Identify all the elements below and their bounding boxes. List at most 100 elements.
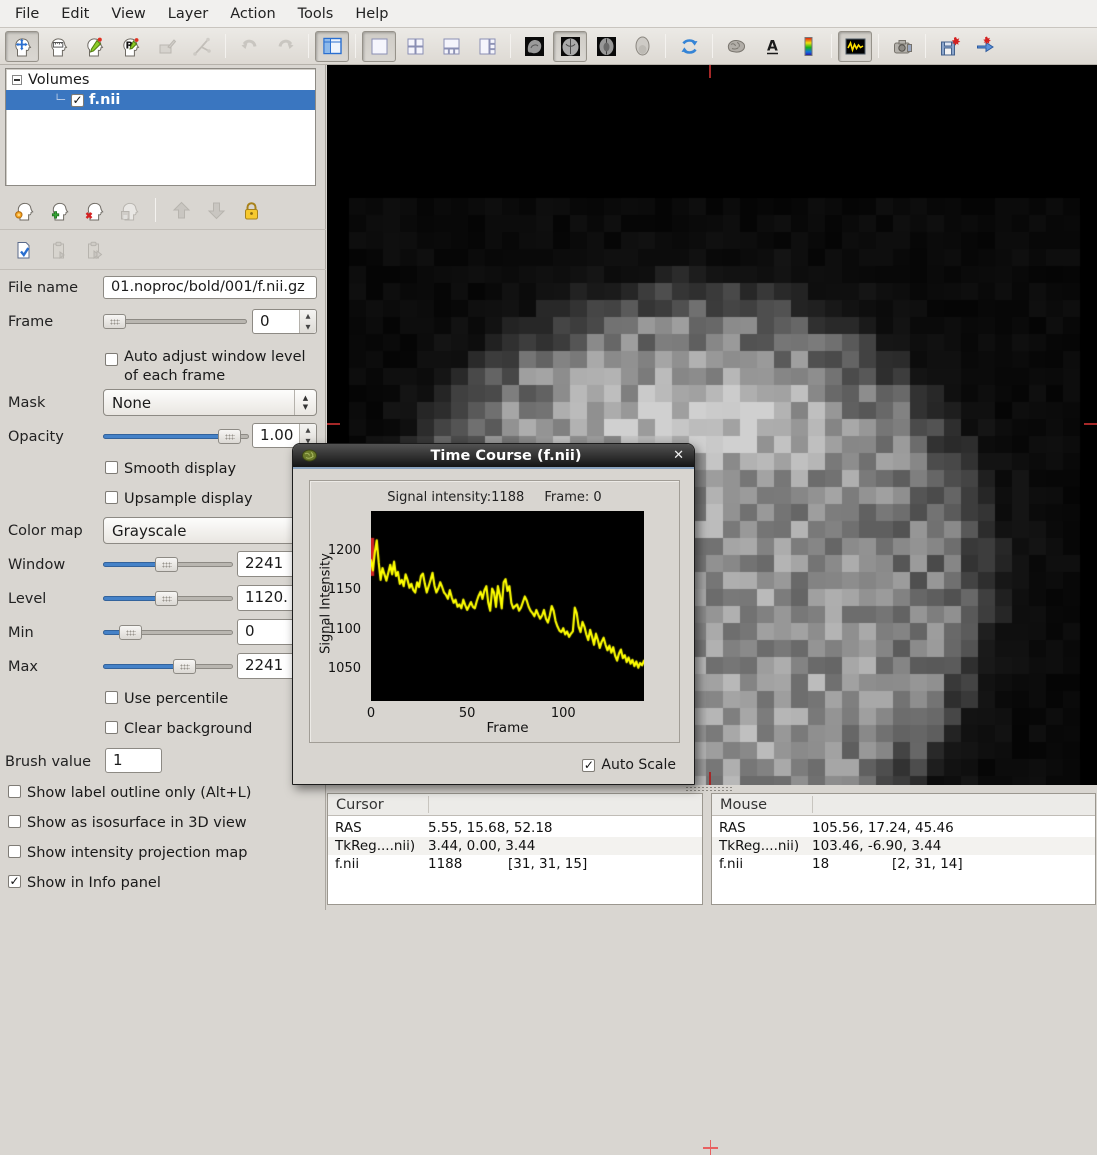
move-layer-up-button[interactable] [165, 195, 198, 226]
navigate-button[interactable] [5, 31, 39, 62]
max-slider[interactable] [103, 659, 233, 674]
splitter-handle[interactable] [685, 786, 733, 792]
opacity-slider-thumb[interactable] [218, 429, 241, 444]
spin-down-icon[interactable]: ▼ [300, 322, 316, 334]
auto-scale-checkbox[interactable] [582, 759, 595, 772]
table-row[interactable]: TkReg....nii) 103.46, -6.90, 3.44 [712, 837, 1095, 855]
roi-edit-button[interactable]: R [113, 31, 147, 62]
voxel-edit-button[interactable] [77, 31, 111, 62]
frame-spinbox[interactable]: 0 ▲▼ [252, 309, 317, 334]
copy-settings-button[interactable] [8, 235, 41, 266]
screenshot-button[interactable] [885, 31, 919, 62]
menu-layer[interactable]: Layer [157, 2, 219, 26]
min-slider-thumb[interactable] [119, 625, 142, 640]
smooth-display-checkbox[interactable] [105, 461, 118, 474]
layout-1x1-button[interactable] [362, 31, 396, 62]
opacity-slider[interactable] [103, 429, 249, 444]
window-slider[interactable] [103, 557, 233, 572]
close-volume-button[interactable] [78, 195, 111, 226]
path-tool-icon [191, 35, 214, 58]
min-slider[interactable] [103, 625, 233, 640]
menu-tools[interactable]: Tools [287, 2, 345, 26]
mask-combobox[interactable]: None ▲▼ [103, 389, 317, 416]
tree-root-volumes[interactable]: Volumes [6, 69, 315, 90]
menu-action[interactable]: Action [219, 2, 286, 26]
spin-up-icon[interactable]: ▲ [300, 424, 316, 436]
undo-button[interactable] [232, 31, 266, 62]
show-isosurface-checkbox[interactable] [8, 815, 21, 828]
redo-button[interactable] [268, 31, 302, 62]
panel-toggle-button[interactable] [315, 31, 349, 62]
time-course-chart[interactable] [371, 511, 644, 701]
path-tool-button[interactable] [185, 31, 219, 62]
paste-settings-all-button[interactable] [78, 235, 111, 266]
level-slider[interactable] [103, 591, 233, 606]
annotation-button[interactable]: A [755, 31, 789, 62]
load-volume-button[interactable] [43, 195, 76, 226]
level-slider-thumb[interactable] [155, 591, 178, 606]
show-projection-checkbox[interactable] [8, 845, 21, 858]
new-volume-button[interactable] [8, 195, 41, 226]
surface-button[interactable] [719, 31, 753, 62]
signal-intensity-readout: Signal intensity:1188 [387, 490, 524, 505]
goto-point-button[interactable] [968, 31, 1002, 62]
frame-slider[interactable] [103, 314, 247, 329]
colorbar-button[interactable] [791, 31, 825, 62]
time-course-window[interactable]: Time Course (f.nii) ✕ Signal intensity:1… [292, 443, 695, 785]
frame-slider-thumb[interactable] [103, 314, 126, 329]
save-volume-button[interactable] [113, 195, 146, 226]
paste-settings-button[interactable] [43, 235, 76, 266]
table-row[interactable]: f.nii 18 [2, 31, 14] [712, 855, 1095, 873]
cursor-table-header[interactable]: Cursor [328, 794, 702, 816]
upsample-display-checkbox[interactable] [105, 491, 118, 504]
view-axial-button[interactable] [589, 31, 623, 62]
frame-spin-buttons[interactable]: ▲▼ [299, 310, 316, 333]
spin-up-icon[interactable]: ▲ [300, 310, 316, 322]
refresh-button[interactable] [672, 31, 706, 62]
menu-view[interactable]: View [100, 2, 156, 26]
view-sagittal-button[interactable] [517, 31, 551, 62]
tree-expander-icon[interactable] [12, 75, 22, 85]
panel-toggle-icon [321, 35, 344, 58]
view-3d-icon [631, 35, 654, 58]
time-course-titlebar[interactable]: Time Course (f.nii) ✕ [293, 444, 694, 469]
table-row[interactable]: TkReg....nii) 3.44, 0.00, 3.44 [328, 837, 702, 855]
arrow-down-icon [205, 199, 228, 222]
show-label-outline-checkbox[interactable] [8, 785, 21, 798]
menu-edit[interactable]: Edit [50, 2, 100, 26]
mouse-table-header[interactable]: Mouse [712, 794, 1095, 816]
brush-value-label: Brush value [5, 754, 91, 770]
layout-2x2-button[interactable] [398, 31, 432, 62]
auto-adjust-checkbox[interactable] [105, 353, 118, 366]
toolbar-separator [831, 34, 832, 58]
use-percentile-checkbox[interactable] [105, 691, 118, 704]
save-point-button[interactable] [932, 31, 966, 62]
view-3d-button[interactable] [625, 31, 659, 62]
layer-visible-checkbox[interactable] [71, 94, 84, 107]
table-row[interactable]: f.nii 1188 [31, 31, 15] [328, 855, 702, 873]
view-coronal-button[interactable] [553, 31, 587, 62]
brush-value-input[interactable]: 1 [105, 748, 162, 773]
table-row[interactable]: RAS 105.56, 17.24, 45.46 [712, 819, 1095, 837]
move-layer-down-button[interactable] [200, 195, 233, 226]
close-icon[interactable]: ✕ [673, 448, 684, 463]
tree-item-fnii[interactable]: └─ f.nii [6, 90, 315, 110]
file-name-input[interactable]: 01.noproc/bold/001/f.nii.gz [103, 276, 317, 299]
max-slider-thumb[interactable] [173, 659, 196, 674]
color-map-combobox[interactable]: Grayscale ▲▼ [103, 517, 317, 544]
window-slider-thumb[interactable] [155, 557, 178, 572]
clear-background-checkbox[interactable] [105, 721, 118, 734]
crosshair-tick-top [709, 65, 711, 78]
layout-1v3-button[interactable] [470, 31, 504, 62]
measure-button[interactable] [41, 31, 75, 62]
layout-1h3-button[interactable] [434, 31, 468, 62]
recon-edit-button[interactable] [149, 31, 183, 62]
lock-layer-button[interactable] [235, 195, 268, 226]
brain-icon [725, 35, 748, 58]
menu-help[interactable]: Help [344, 2, 399, 26]
info-panel-divider[interactable] [703, 793, 711, 905]
show-info-panel-checkbox[interactable] [8, 875, 21, 888]
time-course-button[interactable] [838, 31, 872, 62]
table-row[interactable]: RAS 5.55, 15.68, 52.18 [328, 819, 702, 837]
menu-file[interactable]: File [4, 2, 50, 26]
